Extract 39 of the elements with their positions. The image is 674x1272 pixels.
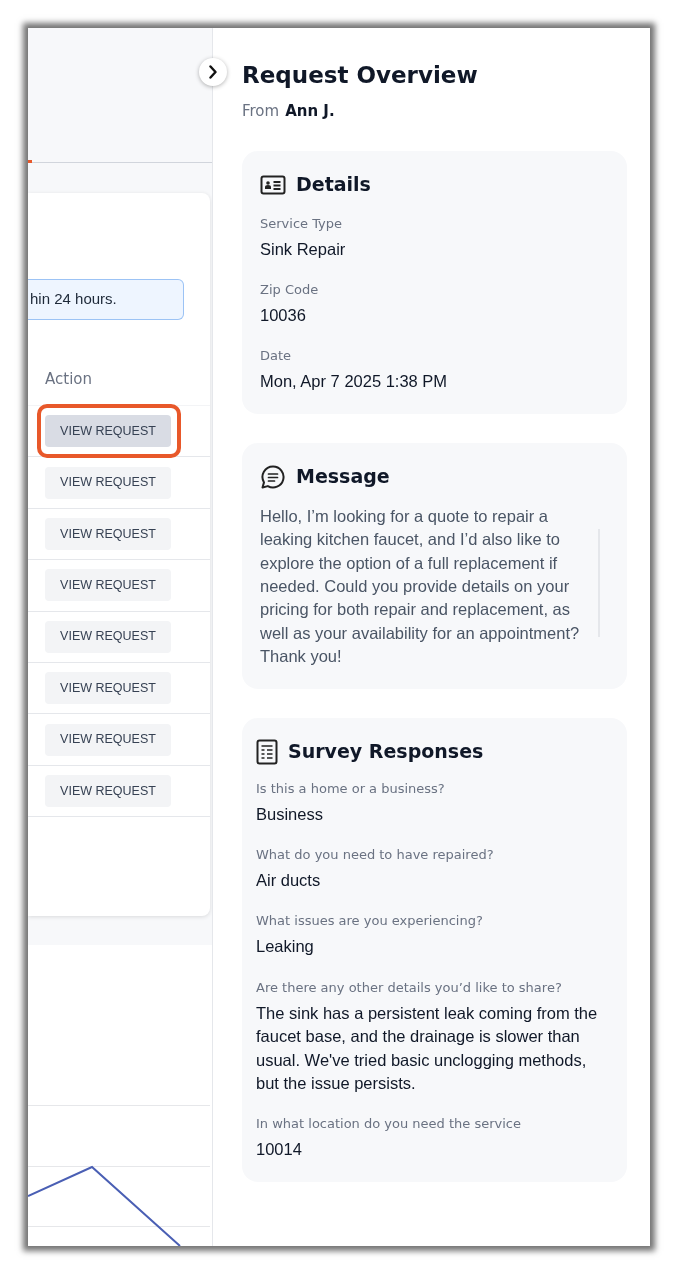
field-value: Business xyxy=(256,803,324,825)
field-value: Air ducts xyxy=(256,869,322,891)
field-value: Leaking xyxy=(256,936,315,958)
field-label: Service Type xyxy=(260,214,344,233)
field-label: What do you need to have repaired? xyxy=(256,845,495,864)
field-value: Sink Repair xyxy=(260,238,347,260)
view-request-button[interactable]: VIEW REQUEST xyxy=(45,466,171,499)
field-label: Is this a home or a business? xyxy=(256,779,446,798)
notice-text: hin 24 hours. xyxy=(29,289,117,310)
field-value: Mon, Apr 7 2025 1:38 PM xyxy=(260,371,449,393)
id-card-icon xyxy=(260,174,286,195)
chevron-right-icon xyxy=(208,65,218,79)
sender-name: Ann J. xyxy=(285,101,335,122)
field-label: Zip Code xyxy=(260,280,320,299)
from-label: From xyxy=(242,101,280,122)
view-request-button[interactable]: VIEW REQUEST xyxy=(45,672,171,705)
field-label: Date xyxy=(260,347,293,366)
collapse-toggle-button[interactable] xyxy=(199,58,227,86)
field-value: The sink has a persistent leak coming from the faucet base, and the drainage is slower than usual. We've tried basic unclogging methods, but the issue persists. xyxy=(256,1002,599,1094)
section-title: Message xyxy=(296,464,390,490)
view-request-button[interactable]: VIEW REQUEST xyxy=(45,415,171,448)
field-label: In what location do you need the service xyxy=(256,1115,522,1134)
view-request-button[interactable]: VIEW REQUEST xyxy=(45,620,171,653)
document-list-icon xyxy=(256,738,278,765)
field-value: 10036 xyxy=(260,304,307,326)
active-tab-underline xyxy=(28,160,32,163)
speech-bubble-icon xyxy=(260,463,286,490)
view-request-button[interactable]: VIEW REQUEST xyxy=(45,774,171,807)
column-header: Action xyxy=(45,368,92,390)
section-title: Survey Responses xyxy=(288,739,484,765)
message-text: Hello, I’m looking for a quote to repair a leaking kitchen faucet, and I’d also like to explore the option of a full replacement if needed. Could you provide details on your pricing for both repair and replacement, as well as your availability for an appointment? Thank you! xyxy=(260,505,581,668)
view-request-button[interactable]: VIEW REQUEST xyxy=(45,723,171,756)
field-label: Are there any other details you’d like to share? xyxy=(256,978,563,997)
view-request-button[interactable]: VIEW REQUEST xyxy=(45,517,171,550)
drawer-title: Request Overview xyxy=(242,61,479,90)
field-value: 10014 xyxy=(256,1139,303,1161)
field-label: What issues are you experiencing? xyxy=(256,912,484,931)
section-title: Details xyxy=(296,172,371,198)
view-request-button[interactable]: VIEW REQUEST xyxy=(45,569,171,602)
